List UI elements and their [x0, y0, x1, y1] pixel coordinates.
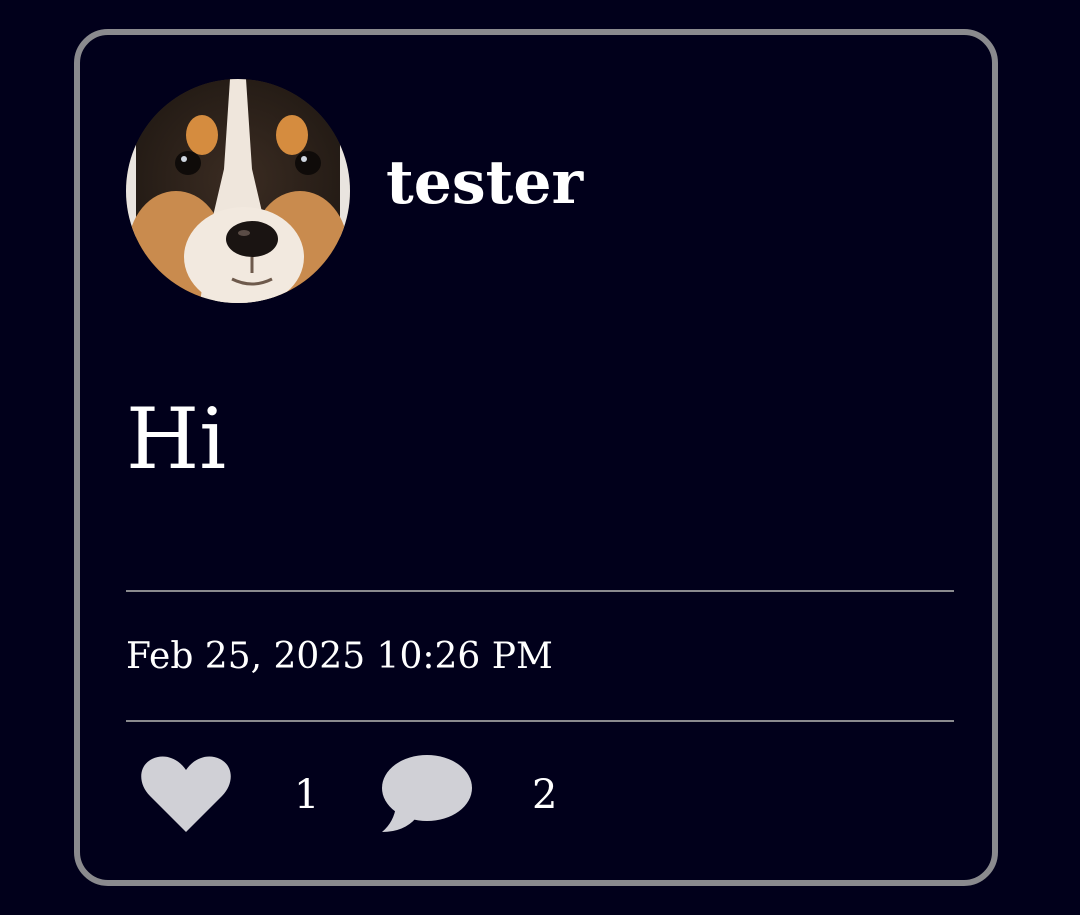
- post-text: Hi: [126, 390, 227, 488]
- divider: [126, 720, 954, 722]
- like-count: 1: [294, 772, 320, 818]
- heart-icon: [140, 756, 232, 834]
- avatar[interactable]: [126, 79, 350, 303]
- username[interactable]: tester: [386, 153, 583, 213]
- comment-count: 2: [532, 772, 558, 818]
- puppy-avatar-image: [126, 79, 350, 303]
- like-button[interactable]: [140, 753, 232, 837]
- comment-button[interactable]: [380, 753, 474, 837]
- post-timestamp: Feb 25, 2025 10:26 PM: [126, 636, 553, 677]
- speech-bubble-icon: [380, 754, 474, 836]
- post-card[interactable]: tester Hi Feb 25, 2025 10:26 PM 1 2: [74, 29, 998, 886]
- divider: [126, 590, 954, 592]
